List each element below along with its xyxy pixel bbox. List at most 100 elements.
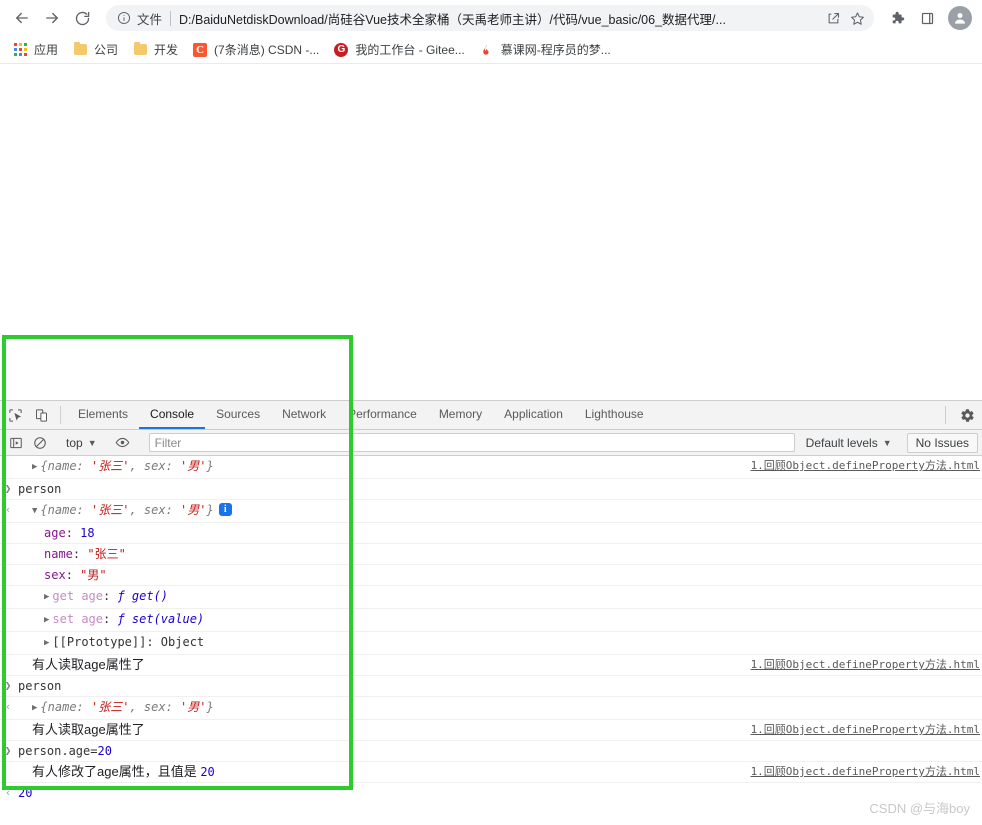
console-row[interactable]: ▶ {name: '张三', sex: '男'} 1.回顾Object.define… [0, 456, 982, 479]
tabbar-spacer [655, 401, 939, 429]
info-badge-icon[interactable]: i [218, 503, 232, 516]
console-text-segment: "张三" [87, 547, 126, 561]
console-filter-bar: top ▼ Default levels ▼ No Issues [0, 430, 982, 456]
gitee-icon: G [333, 42, 349, 58]
console-text-segment: '张三' [91, 503, 130, 517]
chevron-right-icon[interactable]: ▶ [32, 457, 37, 477]
chevron-right-icon[interactable]: ▶ [44, 587, 49, 607]
console-row[interactable]: ❯ person [0, 479, 982, 500]
side-panel-icon[interactable] [914, 5, 940, 31]
console-source-link[interactable]: 1.回顾Object.defineProperty方法.html [751, 456, 980, 476]
back-icon[interactable] [8, 4, 36, 32]
console-row[interactable]: sex: "男" [0, 565, 982, 586]
bookmark-label: 慕课网-程序员的梦... [500, 43, 611, 57]
chevron-right-icon[interactable]: ▶ [44, 633, 49, 653]
console-row[interactable]: ❯ person [0, 676, 982, 697]
log-levels-selector[interactable]: Default levels ▼ [800, 436, 898, 450]
browser-navigation-bar: 文件 D:/BaiduNetdiskDownload/尚硅谷Vue技术全家桶（天… [0, 0, 982, 36]
console-row[interactable]: ❯ person.age=20 [0, 741, 982, 762]
console-row[interactable]: 有人读取age属性了 1.回顾Object.defineProperty方法.ht… [0, 720, 982, 741]
console-text-segment: : [65, 568, 81, 582]
star-icon[interactable] [846, 7, 868, 29]
log-levels-label: Default levels [805, 435, 878, 450]
chevron-right-icon[interactable]: ▶ [44, 610, 49, 630]
chevron-down-icon: ▼ [87, 437, 97, 448]
device-toolbar-icon[interactable] [28, 401, 54, 429]
execution-context-label: top [66, 435, 83, 450]
bookmark-item-imooc[interactable]: 慕课网-程序员的梦... [473, 39, 617, 61]
omnibox-url-text[interactable]: D:/BaiduNetdiskDownload/尚硅谷Vue技术全家桶（天禹老师… [179, 9, 820, 28]
clear-console-icon[interactable] [28, 432, 52, 454]
bookmark-item-company[interactable]: 公司 [66, 39, 124, 61]
chevron-down-icon[interactable]: ▼ [32, 501, 37, 521]
omnibox[interactable]: 文件 D:/BaiduNetdiskDownload/尚硅谷Vue技术全家桶（天… [106, 5, 874, 31]
gitee-icon-letter: G [334, 42, 349, 57]
show-console-sidebar-icon[interactable] [4, 432, 28, 454]
console-row[interactable]: 有人读取age属性了 1.回顾Object.defineProperty方法.ht… [0, 655, 982, 676]
execution-context-selector[interactable]: top ▼ [61, 436, 102, 450]
console-text-segment: 18 [80, 526, 95, 540]
tab-console[interactable]: Console [139, 401, 206, 429]
console-row[interactable]: ‹ 20 [0, 783, 982, 800]
share-icon[interactable] [822, 7, 844, 29]
bookmark-item-dev[interactable]: 开发 [126, 39, 184, 61]
bookmark-item-csdn[interactable]: C (7条消息) CSDN -... [186, 39, 325, 61]
bookmark-label: 公司 [94, 43, 119, 57]
issues-button[interactable]: No Issues [906, 432, 978, 453]
console-row-content: sex: "男" [16, 565, 982, 585]
bookmark-label: 我的工作台 - Gitee... [355, 43, 465, 57]
console-row[interactable]: age: 18 [0, 523, 982, 544]
console-row-content: ▼ {name: '张三', sex: '男'} i [16, 500, 982, 522]
console-row[interactable]: ▶ [[Prototype]]: Object [0, 632, 982, 655]
console-row[interactable]: ▶ set age: ƒ set(value) [0, 609, 982, 632]
console-text-segment: } [206, 700, 214, 714]
forward-icon[interactable] [38, 4, 66, 32]
console-text-segment: 20 [200, 765, 215, 779]
console-source-link[interactable]: 1.回顾Object.defineProperty方法.html [751, 655, 980, 675]
tab-network[interactable]: Network [271, 401, 337, 429]
console-text-segment: , sex: [129, 503, 181, 517]
inspect-element-icon[interactable] [2, 401, 28, 429]
bookmark-item-apps[interactable]: 应用 [6, 39, 64, 61]
puzzle-piece-icon[interactable] [884, 5, 910, 31]
tab-label: Console [150, 407, 195, 421]
console-log-area[interactable]: ▶ {name: '张三', sex: '男'} 1.回顾Object.define… [0, 456, 982, 800]
console-text-segment: ƒ set(value) [117, 612, 205, 626]
console-row-content: age: 18 [16, 523, 982, 543]
console-row-content: person.age=20 [16, 741, 982, 761]
tab-performance[interactable]: Performance [337, 401, 428, 429]
page-viewport [0, 65, 982, 400]
info-circle-icon[interactable] [116, 10, 132, 26]
console-row[interactable]: ▶ get age: ƒ get() [0, 586, 982, 609]
tab-application[interactable]: Application [493, 401, 574, 429]
reload-icon[interactable] [68, 4, 96, 32]
console-text-segment: '男' [180, 503, 207, 517]
console-row[interactable]: ‹ ▼ {name: '张三', sex: '男'} i [0, 500, 982, 523]
console-output-marker: ‹ [4, 503, 12, 516]
tab-sources[interactable]: Sources [205, 401, 271, 429]
console-source-link[interactable]: 1.回顾Object.defineProperty方法.html [751, 720, 980, 740]
console-text-segment: person [18, 679, 62, 693]
console-filter-input[interactable] [148, 433, 795, 452]
live-expression-icon[interactable] [111, 432, 135, 454]
console-text-segment: 20 [18, 786, 33, 800]
tab-elements[interactable]: Elements [67, 401, 139, 429]
console-row[interactable]: name: "张三" [0, 544, 982, 565]
console-output-marker: ‹ [4, 786, 12, 799]
console-row[interactable]: ‹ ▶ {name: '张三', sex: '男'} [0, 697, 982, 720]
tab-lighthouse[interactable]: Lighthouse [574, 401, 655, 429]
console-text-segment: : [103, 589, 118, 603]
bookmark-item-gitee[interactable]: G 我的工作台 - Gitee... [327, 39, 470, 61]
tab-memory[interactable]: Memory [428, 401, 493, 429]
bookmarks-bar: 应用 公司 开发 C (7条消息) CSDN -... G 我的工作台 - Gi… [0, 36, 982, 64]
flame-icon [479, 42, 495, 58]
devtools-panel: Elements Console Sources Network Perform… [0, 400, 982, 801]
console-row[interactable]: 有人修改了age属性，且值是 20 1.回顾Object.defineProper… [0, 762, 982, 783]
console-text-segment: get age [52, 589, 103, 603]
console-text-segment: 有人读取age属性了 [32, 657, 145, 672]
console-text-segment: name [44, 547, 73, 561]
avatar[interactable] [948, 6, 972, 30]
gear-icon[interactable] [952, 401, 982, 429]
chevron-right-icon[interactable]: ▶ [32, 698, 37, 718]
console-source-link[interactable]: 1.回顾Object.defineProperty方法.html [751, 762, 980, 782]
